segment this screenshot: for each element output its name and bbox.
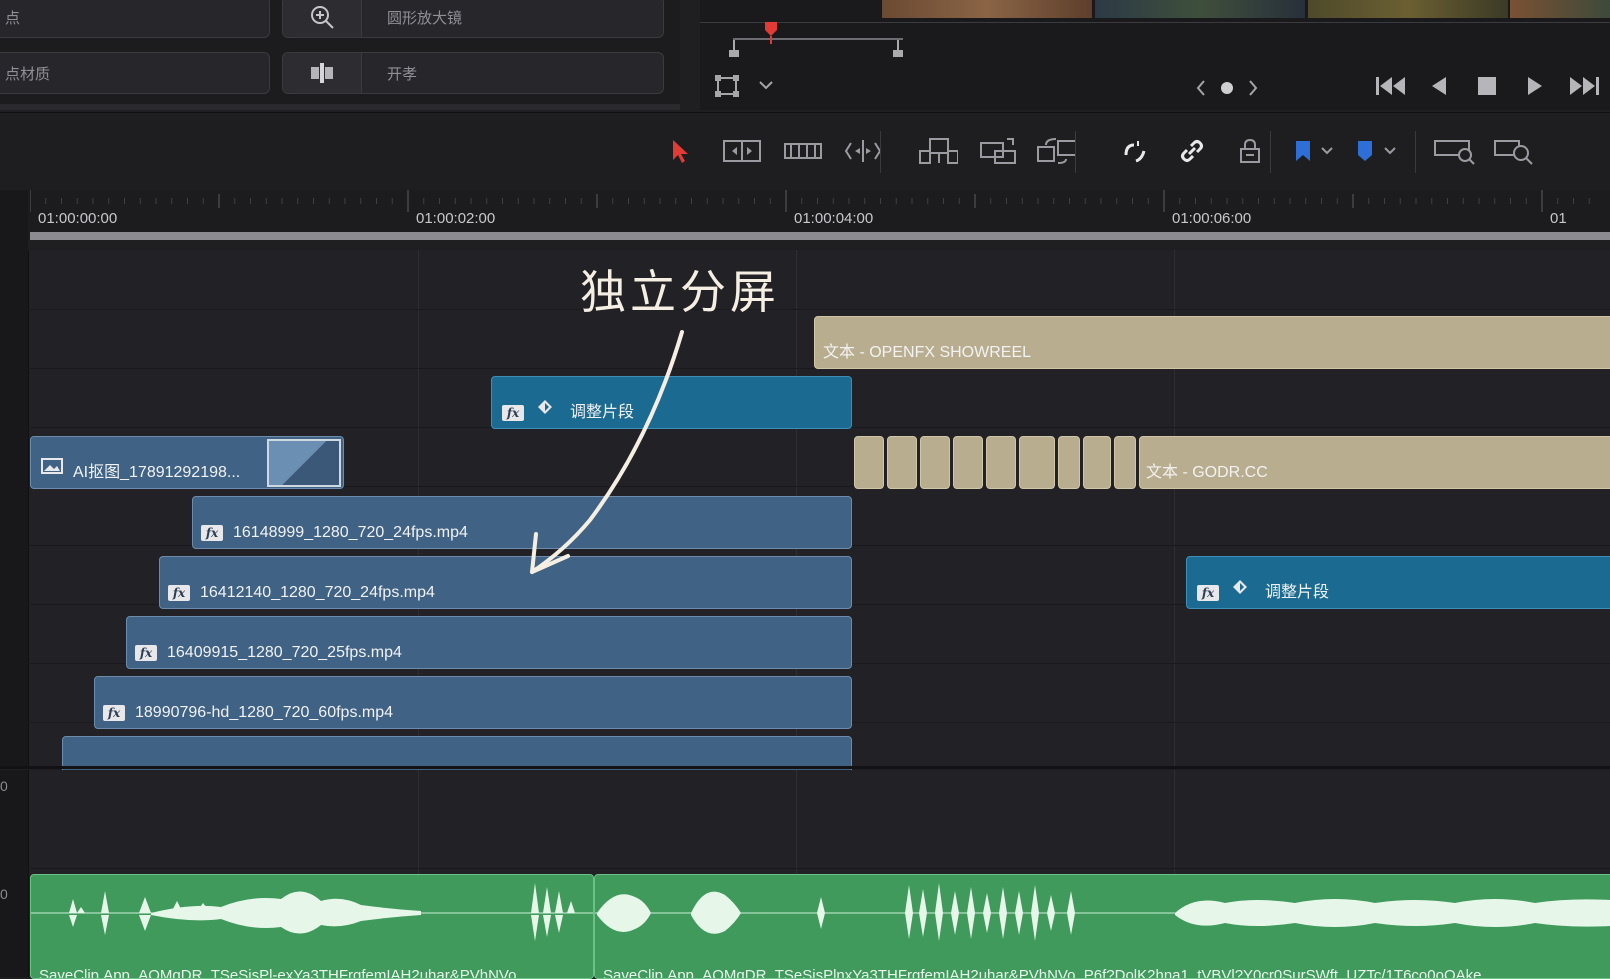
play-icon[interactable] xyxy=(1524,74,1546,103)
effect-item-dot[interactable]: 点 xyxy=(0,0,270,38)
timeline-toolbar xyxy=(0,112,1610,191)
text-clip-segment[interactable] xyxy=(986,436,1016,489)
effect-item-circle-magnifier[interactable]: 圆形放大镜 xyxy=(282,0,664,38)
text-clip-segment[interactable] xyxy=(1114,436,1136,489)
replace-clip-icon[interactable] xyxy=(1036,135,1076,167)
viewer-thumbnail xyxy=(1095,0,1305,18)
fx-icon: fx xyxy=(135,645,157,661)
split-icon xyxy=(283,53,362,93)
viewer-thumbnail xyxy=(1308,0,1508,18)
scrubber-track[interactable] xyxy=(733,38,903,40)
playhead-marker[interactable] xyxy=(764,22,778,44)
clip-label: 调整片段 xyxy=(1265,584,1330,601)
effect-label: 圆形放大镜 xyxy=(387,9,463,27)
fx-icon: fx xyxy=(201,525,223,541)
text-clip-segment[interactable] xyxy=(1083,436,1111,489)
text-clip-segment[interactable] xyxy=(887,436,917,489)
clip-label: SaveClip.App_AQMqDR_TSeSisPl-exYa3THFrgf… xyxy=(39,967,517,979)
text-clip-segment[interactable] xyxy=(854,436,884,489)
track-number: 0 xyxy=(0,778,8,794)
track-headers: 0 0 xyxy=(0,770,29,977)
timecode-label: 01:00:06:00 xyxy=(1172,210,1252,227)
text-clip-segment[interactable] xyxy=(920,436,950,489)
fx-icon: fx xyxy=(168,585,190,601)
flag-icon[interactable] xyxy=(1290,135,1316,167)
zoom-full-icon[interactable] xyxy=(1432,135,1478,167)
chevron-down-icon[interactable] xyxy=(1317,135,1337,167)
effect-label: 开孝 xyxy=(387,65,418,83)
viewer-panel xyxy=(700,0,1610,110)
track-number: 0 xyxy=(0,886,8,902)
play-reverse-icon[interactable] xyxy=(1428,74,1450,103)
nav-arrows-icon[interactable] xyxy=(1192,78,1262,103)
text-clip-segment[interactable] xyxy=(1019,436,1055,489)
video-clip[interactable]: fx 16409915_1280_720_25fps.mp4 xyxy=(126,616,852,669)
viewer-thumbnail xyxy=(882,0,1092,18)
audio-tracks: 0 0 SaveClip.App_AQMqDR_TSeSisPl-exYa3TH… xyxy=(0,770,1610,979)
ruler-scrub-bar[interactable] xyxy=(30,232,1610,240)
clip-label: 文本 - GODR.CC xyxy=(1146,464,1268,481)
video-tracks: 文本 - OPENFX SHOWREEL fx 调整片段 AI抠图_178912… xyxy=(0,250,1610,782)
skip-to-start-icon[interactable] xyxy=(1374,74,1408,103)
video-clip[interactable]: fx 16412140_1280_720_24fps.mp4 xyxy=(159,556,852,609)
transform-icon[interactable] xyxy=(714,74,742,103)
timecode-label: 01:00:02:00 xyxy=(416,210,496,227)
track-lane xyxy=(28,250,1610,310)
adjustment-clip[interactable]: fx 调整片段 xyxy=(1186,556,1610,609)
fx-icon: fx xyxy=(1197,585,1219,601)
timecode-label: 01:00:04:00 xyxy=(794,210,874,227)
snapping-magnet-icon[interactable] xyxy=(1114,135,1154,167)
position-lock-icon[interactable] xyxy=(1230,135,1270,167)
clip-label: 16409915_1280_720_25fps.mp4 xyxy=(167,644,402,661)
clip-thumbnail xyxy=(267,439,341,487)
keyframe-diamond-icon xyxy=(1233,580,1247,599)
annotation-text: 独立分屏 xyxy=(580,265,780,319)
audio-clip[interactable]: SaveClip.App_AQMqDR_TSeSisPl-exYa3THFrgf… xyxy=(30,874,594,979)
trim-edit-icon[interactable] xyxy=(722,135,762,167)
in-point-handle[interactable] xyxy=(728,40,739,57)
marker-icon[interactable] xyxy=(1352,135,1378,167)
timeline-ruler[interactable]: 01:00:00:00 01:00:02:00 01:00:04:00 01:0… xyxy=(0,190,1610,250)
timecode-label: 01:00:00:00 xyxy=(38,210,118,227)
insert-clip-icon[interactable] xyxy=(918,135,958,167)
selection-tool-icon[interactable] xyxy=(660,135,700,167)
clip-label: 16412140_1280_720_24fps.mp4 xyxy=(200,584,435,601)
dynamic-trim-icon[interactable] xyxy=(783,135,823,167)
zoom-detail-icon[interactable] xyxy=(1492,135,1538,167)
image-clip[interactable]: AI抠图_17891292198... xyxy=(30,436,344,489)
text-clip-openfx[interactable]: 文本 - OPENFX SHOWREEL xyxy=(814,316,1610,369)
effect-item-texture[interactable]: 点材质 xyxy=(0,52,270,94)
blade-tool-icon[interactable] xyxy=(843,135,883,167)
out-point-handle[interactable] xyxy=(892,40,903,57)
text-clip-segment[interactable] xyxy=(953,436,983,489)
effects-panel: 点 圆形放大镜 点材质 开孝 xyxy=(0,0,680,110)
timecode-label: 01 xyxy=(1550,210,1567,227)
clip-label: 16148999_1280_720_24fps.mp4 xyxy=(233,524,468,541)
audio-waveform xyxy=(595,883,1610,941)
overwrite-clip-icon[interactable] xyxy=(977,135,1017,167)
zoom-in-icon xyxy=(283,0,362,37)
clip-label: 18990796-hd_1280_720_60fps.mp4 xyxy=(135,704,394,721)
track-headers xyxy=(0,250,29,767)
skip-to-end-icon[interactable] xyxy=(1568,74,1602,103)
chevron-down-icon[interactable] xyxy=(758,78,774,96)
audio-waveform xyxy=(31,883,593,941)
audio-clip[interactable]: SaveClip.App_AQMqDR_TSeSisPlnxYa3THFrgfe… xyxy=(594,874,1610,979)
image-icon xyxy=(41,458,63,479)
effect-label: 点材质 xyxy=(5,65,51,83)
viewer-thumbnail xyxy=(1510,0,1610,18)
clip-label: AI抠图_17891292198... xyxy=(73,464,241,481)
clip-label: 文本 - OPENFX SHOWREEL xyxy=(823,344,1032,361)
link-icon[interactable] xyxy=(1172,135,1212,167)
effect-label: 点 xyxy=(5,9,21,27)
clip-label: SaveClip.App_AQMqDR_TSeSisPlnxYa3THFrgfe… xyxy=(603,967,1482,979)
annotation-arrow-icon xyxy=(530,330,684,574)
effect-item-split[interactable]: 开孝 xyxy=(282,52,664,94)
video-clip[interactable]: fx 18990796-hd_1280_720_60fps.mp4 xyxy=(94,676,852,729)
text-clip-godr[interactable]: 文本 - GODR.CC xyxy=(1139,436,1610,489)
fx-icon: fx xyxy=(103,705,125,721)
chevron-down-icon[interactable] xyxy=(1380,135,1400,167)
stop-icon[interactable] xyxy=(1476,74,1498,103)
text-clip-segment[interactable] xyxy=(1058,436,1080,489)
